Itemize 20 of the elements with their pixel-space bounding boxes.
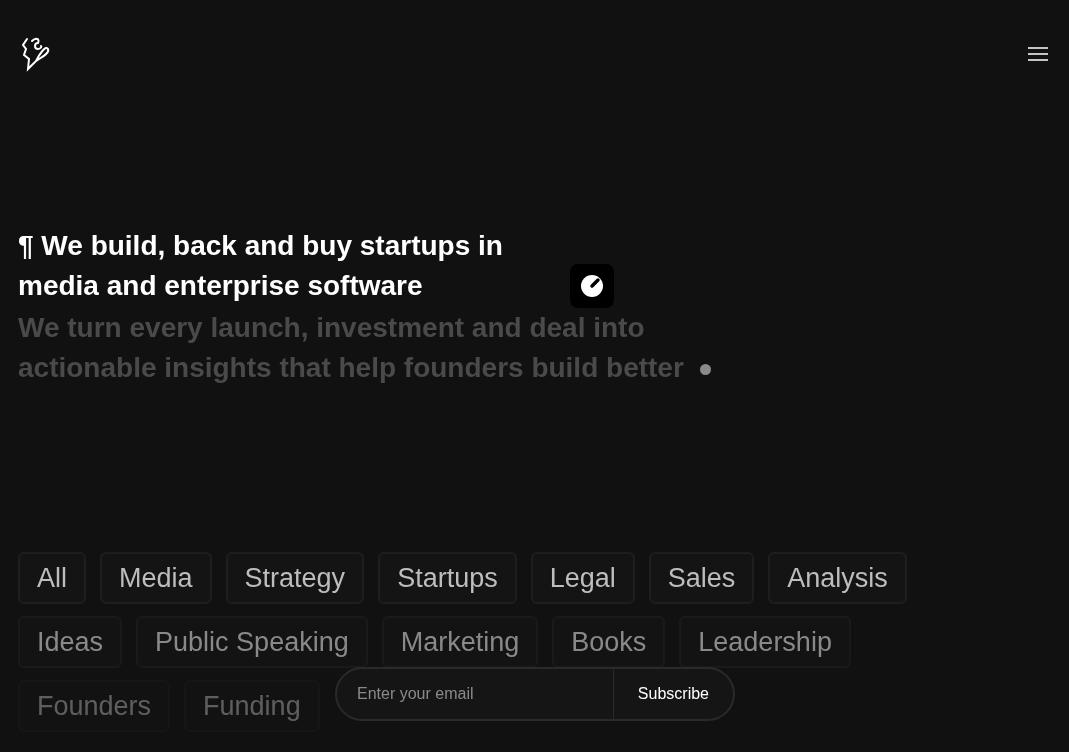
subscribe-button[interactable]: Subscribe xyxy=(612,669,733,719)
tag-chip[interactable]: Books xyxy=(552,616,666,668)
logo-icon[interactable] xyxy=(20,35,52,73)
tag-chip[interactable]: Ideas xyxy=(18,616,123,668)
tag-chip[interactable]: All xyxy=(18,552,86,604)
email-field[interactable]: Enter your email xyxy=(337,669,613,719)
subscribe-field[interactable]: Enter your email Subscribe xyxy=(335,667,735,721)
tag-chip[interactable]: Sales xyxy=(648,552,755,604)
headline: ¶ We build, back and buy startups in media and enterprise software xyxy=(18,229,504,303)
tag-chip[interactable]: Startups xyxy=(378,552,517,604)
tag-chip[interactable]: Analysis xyxy=(768,552,907,604)
gauge-icon xyxy=(570,264,614,308)
tag-chip[interactable]: Strategy xyxy=(225,552,365,604)
subline: We turn every launch, investment and deal into actionable insights that help founders build better xyxy=(18,312,685,383)
tag-chip[interactable]: Public Speaking xyxy=(136,616,368,668)
tag-chip[interactable]: Marketing xyxy=(381,616,539,668)
tag-chip[interactable]: Leadership xyxy=(679,616,851,668)
menu-icon[interactable] xyxy=(1027,46,1049,62)
tag-chip[interactable]: Media xyxy=(100,552,212,604)
tag-chip[interactable]: Legal xyxy=(530,552,635,604)
